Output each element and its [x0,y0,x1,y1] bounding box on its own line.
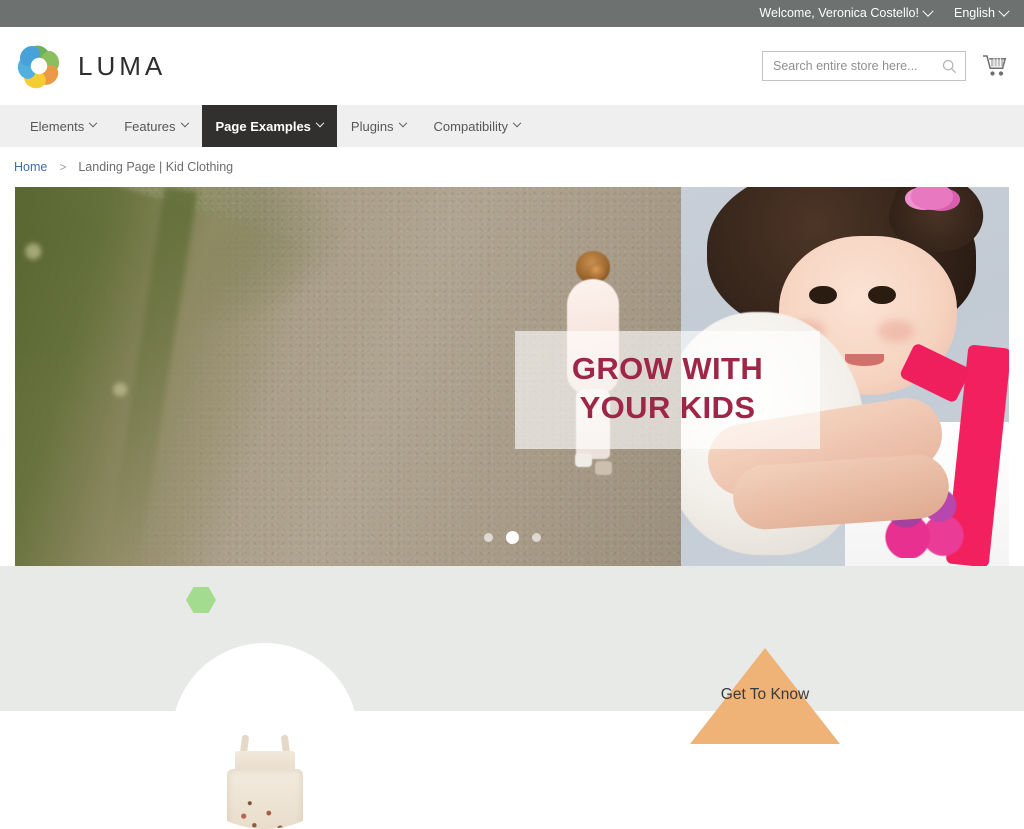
search-box[interactable] [762,51,966,81]
breadcrumb: Home > Landing Page | Kid Clothing [0,147,1024,187]
search-icon[interactable] [942,59,957,74]
breadcrumb-separator-icon: > [59,160,67,174]
hero-caption-line-2: YOUR KIDS [579,390,756,426]
nav-label: Compatibility [433,118,508,134]
nav-label: Features [124,118,176,134]
nav-item-page-examples[interactable]: Page Examples [201,105,337,147]
welcome-message: Welcome, Veronica Costello! [759,6,919,21]
logo-link[interactable]: LUMA [14,41,166,91]
nav-item-compatibility[interactable]: Compatibility [420,105,534,147]
nav-item-elements[interactable]: Elements [16,105,110,147]
top-panel: Welcome, Veronica Costello! English [0,0,1024,27]
breadcrumb-home-link[interactable]: Home [14,160,47,174]
main-navigation: Elements Features Page Examples Plugins … [0,105,1024,147]
chevron-down-icon [315,118,325,128]
logo-wordmark: LUMA [78,50,167,81]
hero-caption: GROW WITH YOUR KIDS [515,331,820,450]
carousel-pagination [15,531,1009,544]
carousel-dot-2[interactable] [505,531,519,544]
luma-ring-logo-icon [14,41,64,91]
kid-eye-left [808,285,837,305]
shopping-cart-icon[interactable] [982,54,1008,78]
chevron-down-icon [998,5,1010,17]
dress-floral-pattern [227,769,303,829]
breadcrumb-current-page: Landing Page | Kid Clothing [78,160,234,174]
girl-shoe-right [594,461,612,476]
header-actions [762,51,1008,81]
chevron-down-icon [88,118,98,128]
kid-mouth [844,353,885,366]
hero-carousel[interactable]: GROW WITH YOUR KIDS [15,187,1009,566]
floral-dress-image [223,734,307,829]
nav-item-features[interactable]: Features [110,105,201,147]
site-header: LUMA [0,27,1024,105]
kid-eye-right [867,285,896,305]
hero-caption-line-1: GROW WITH [571,351,764,386]
feature-strip [0,566,1024,711]
nav-label: Plugins [350,118,394,134]
carousel-dot-3[interactable] [531,533,541,542]
nav-label: Elements [30,118,85,134]
dress-skirt [227,769,303,829]
welcome-account-menu[interactable]: Welcome, Veronica Costello! [759,5,934,21]
carousel-dot-1[interactable] [483,533,493,542]
get-to-know-label[interactable]: Get To Know [690,686,840,704]
chevron-down-icon [512,118,522,128]
product-circle-dress[interactable] [172,643,358,829]
chevron-down-icon [922,5,934,17]
language-switcher[interactable]: English [954,5,1010,21]
girl-shoe-left [574,453,592,468]
kid-dress-strap-secondary [898,342,972,404]
nav-item-plugins[interactable]: Plugins [337,105,420,147]
kid-cheek-right [877,319,914,343]
chevron-down-icon [180,118,189,128]
search-input[interactable] [773,59,942,73]
chevron-down-icon [398,118,407,128]
nav-label: Page Examples [215,118,311,134]
language-label: English [954,6,995,21]
